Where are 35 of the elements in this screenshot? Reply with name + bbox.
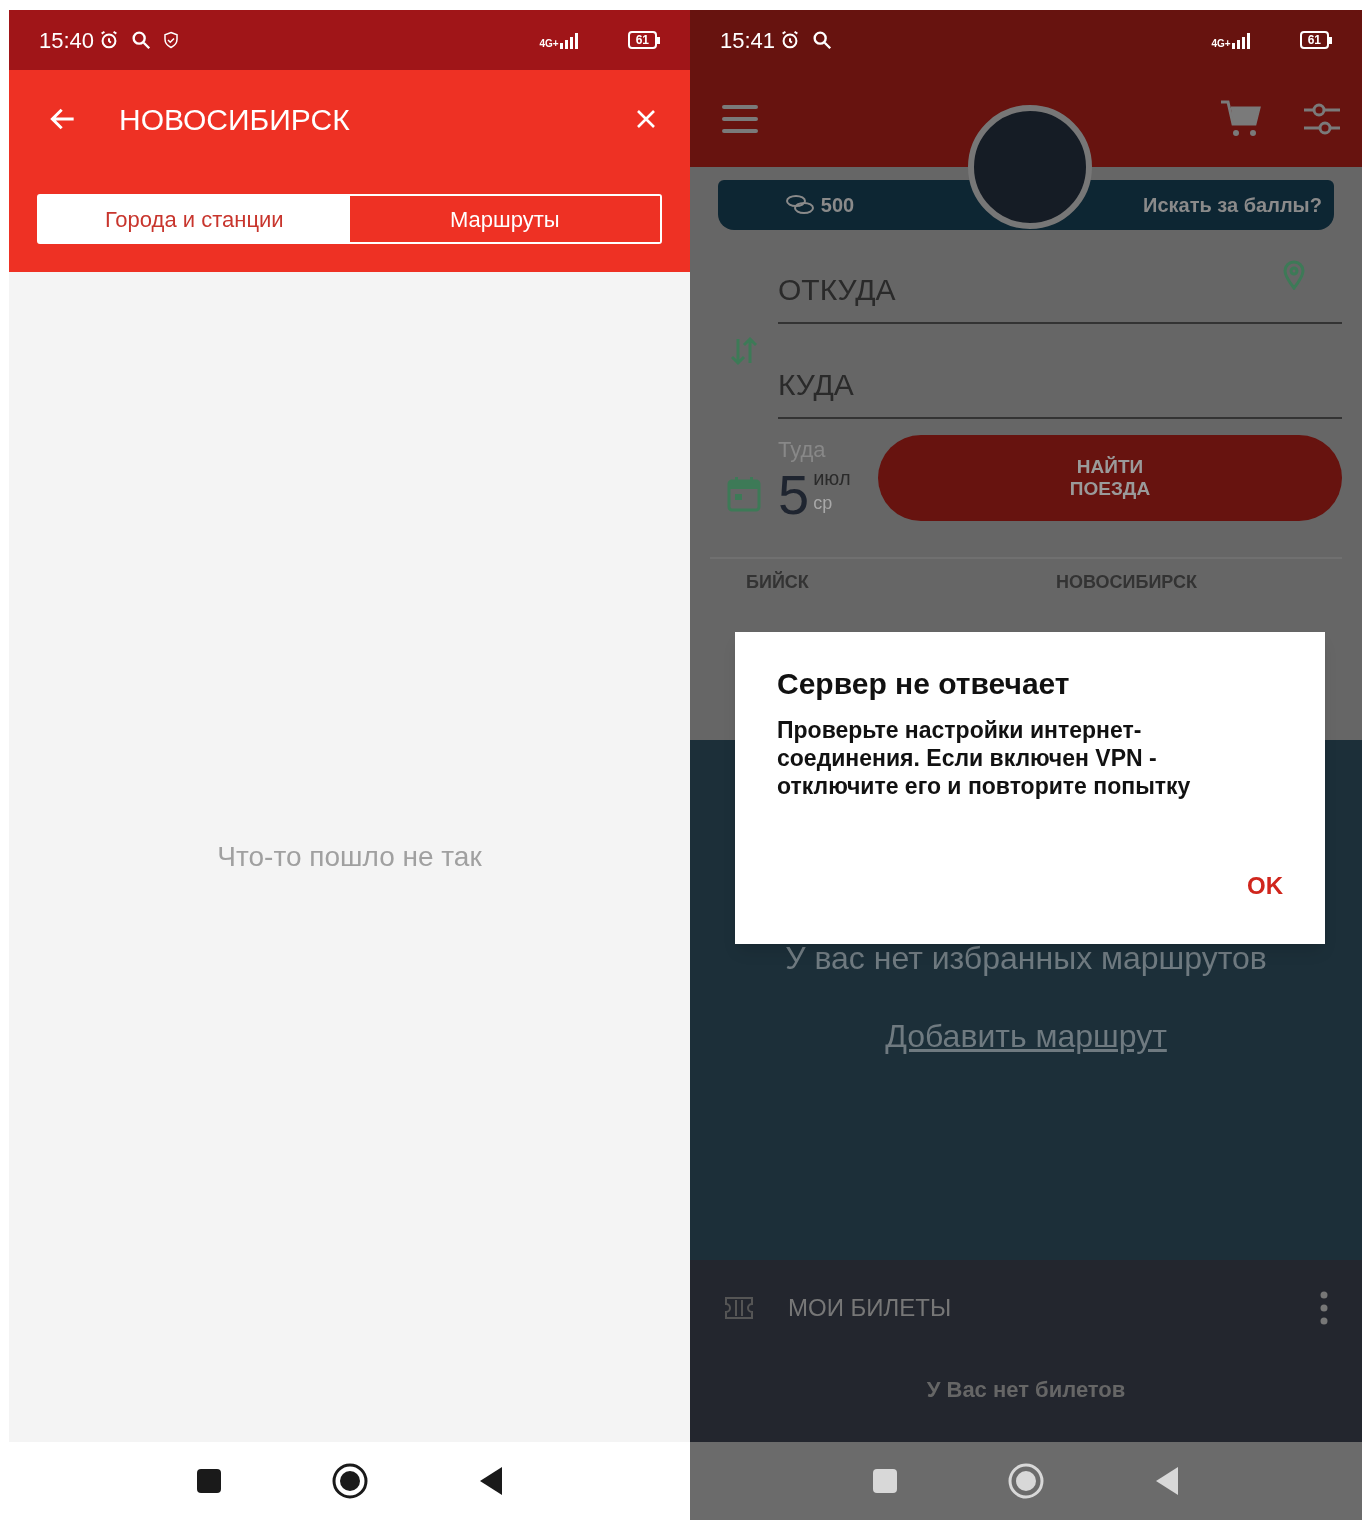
sliders-icon[interactable] bbox=[1302, 101, 1342, 136]
tab[interactable]: Маршруты bbox=[349, 196, 660, 242]
from-field[interactable]: ОТКУДА bbox=[778, 267, 1282, 312]
battery-indicator: 61 bbox=[1299, 31, 1332, 49]
to-field[interactable]: КУДА bbox=[778, 362, 1342, 407]
shield-icon bbox=[162, 30, 181, 50]
cart-icon[interactable] bbox=[1220, 98, 1262, 139]
favorites-empty-text: У вас нет избранных маршрутов bbox=[785, 939, 1267, 978]
search-icon bbox=[130, 29, 153, 51]
square-icon[interactable] bbox=[195, 1468, 222, 1494]
header-title: НОВОСИБИРСК bbox=[119, 101, 350, 138]
add-route-link[interactable]: Добавить маршрут bbox=[885, 1012, 1167, 1060]
dialog-message: Проверьте настройки интернет-соединения. Если включен VPN - отключите его и повторите попытку bbox=[777, 716, 1192, 800]
search-icon bbox=[811, 29, 834, 51]
signal-indicator: 4G+ bbox=[1211, 31, 1254, 49]
dialog-title: Сервер не отвечает bbox=[777, 666, 1071, 702]
date-month: июл bbox=[813, 466, 851, 491]
status-time: 15:40 bbox=[39, 26, 95, 55]
ticket-icon bbox=[724, 1296, 754, 1320]
points-count: 500 bbox=[820, 193, 855, 218]
home-circle-icon[interactable] bbox=[331, 1463, 368, 1499]
tickets-title: МОИ БИЛЕТЫ bbox=[788, 1293, 952, 1323]
coins-icon bbox=[784, 193, 815, 217]
ok-button[interactable]: OK bbox=[1247, 868, 1283, 904]
date-day: 5 bbox=[778, 465, 810, 525]
points-search-link[interactable]: Искать за баллы? bbox=[1143, 190, 1322, 220]
error-message: Что-то пошло не так bbox=[217, 840, 482, 874]
menu-icon[interactable] bbox=[722, 103, 758, 134]
search-trains-button[interactable]: НАЙТИ ПОЕЗДА bbox=[878, 435, 1342, 521]
date-weekday: ср bbox=[813, 492, 834, 515]
status-time: 15:41 bbox=[720, 26, 776, 55]
battery-indicator: 61 bbox=[627, 31, 660, 49]
tickets-empty-text: У Вас нет билетов bbox=[926, 1375, 1126, 1404]
signal-indicator: 4G+ bbox=[539, 31, 582, 49]
more-vertical-icon[interactable] bbox=[1320, 1291, 1328, 1325]
